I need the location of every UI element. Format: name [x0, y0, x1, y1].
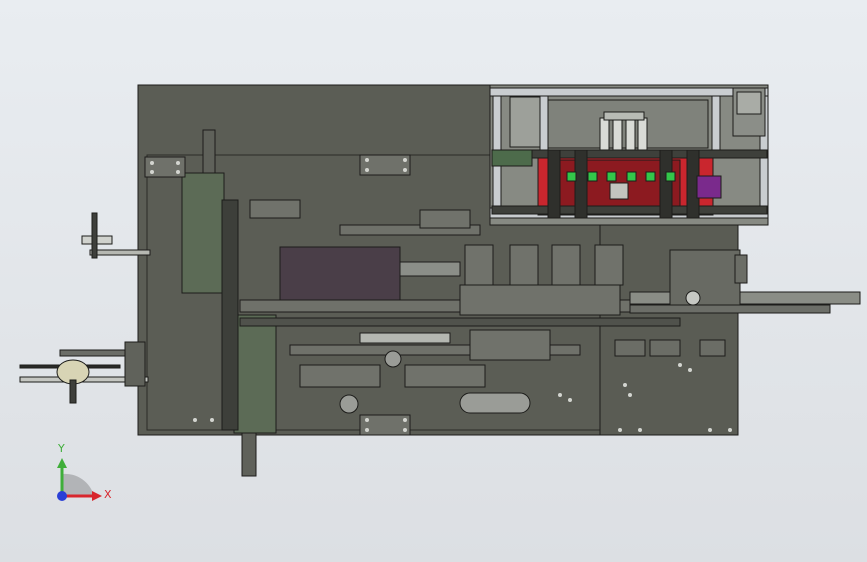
- x-axis-head: [92, 491, 102, 501]
- triad-plane: [62, 473, 94, 496]
- z-axis-dot: [57, 491, 67, 501]
- cad-viewport[interactable]: Y X: [0, 0, 867, 562]
- x-axis-label: X: [104, 488, 112, 501]
- coordinate-triad: Y X: [57, 442, 112, 501]
- y-axis-label: Y: [57, 442, 65, 455]
- y-axis-head: [57, 458, 67, 468]
